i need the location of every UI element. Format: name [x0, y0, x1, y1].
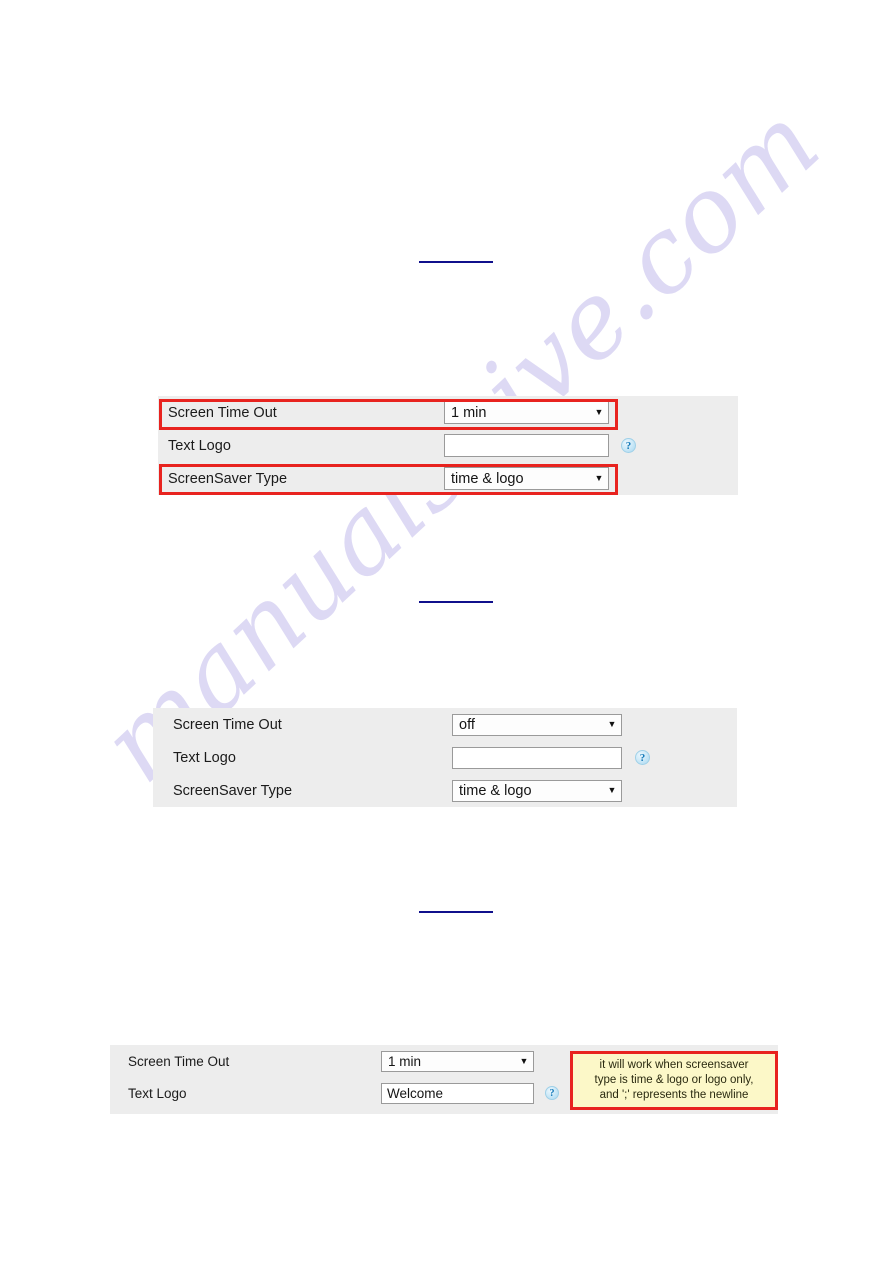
screensaver-type-select[interactable]: time & logo ▼	[452, 779, 622, 802]
tooltip-line-3: and ';' represents the newline	[599, 1089, 749, 1102]
row-text-logo: Text Logo ?	[158, 429, 738, 462]
chevron-down-icon: ▼	[607, 785, 617, 795]
control-text-logo: ?	[452, 746, 650, 769]
row-label-screen-time-out: Screen Time Out	[173, 716, 282, 733]
text-logo-input[interactable]	[444, 434, 609, 457]
control-text-logo: ?	[444, 434, 636, 457]
text-logo-input[interactable]	[452, 746, 622, 769]
tooltip-line-1: it will work when screensaver	[599, 1058, 749, 1071]
settings-panel-2: Screen Time Out off ▼ Text Logo ? Screen…	[153, 708, 737, 807]
control-text-logo: Welcome ?	[381, 1082, 559, 1104]
row-label-text-logo: Text Logo	[173, 749, 236, 766]
redacted-link-rule-3[interactable]	[419, 911, 493, 913]
control-screen-time-out: 1 min ▼	[381, 1050, 534, 1072]
row-screen-time-out: Screen Time Out off ▼	[153, 708, 737, 741]
control-screen-time-out: 1 min ▼	[444, 401, 609, 424]
screen-time-out-value: 1 min	[388, 1053, 422, 1069]
control-screensaver-type: time & logo ▼	[444, 467, 609, 490]
row-screen-time-out: Screen Time Out 1 min ▼	[158, 396, 738, 429]
screen-time-out-value: 1 min	[451, 404, 487, 421]
row-screensaver-type: ScreenSaver Type time & logo ▼	[153, 774, 737, 807]
control-screen-time-out: off ▼	[452, 713, 622, 736]
row-label-text-logo: Text Logo	[128, 1085, 187, 1101]
chevron-down-icon: ▼	[607, 719, 617, 729]
settings-panel-1: Screen Time Out 1 min ▼ Text Logo ? Scre…	[158, 396, 738, 495]
row-label-text-logo: Text Logo	[168, 437, 231, 454]
row-screensaver-type: ScreenSaver Type time & logo ▼	[158, 462, 738, 495]
text-logo-value: Welcome	[387, 1085, 444, 1101]
row-text-logo: Text Logo ?	[153, 741, 737, 774]
screen-time-out-select[interactable]: 1 min ▼	[381, 1050, 534, 1072]
row-label-screen-time-out: Screen Time Out	[128, 1053, 230, 1069]
tooltip-callout: it will work when screensaver type is ti…	[570, 1051, 778, 1110]
chevron-down-icon: ▼	[594, 473, 604, 483]
help-icon[interactable]: ?	[635, 750, 650, 765]
screen-time-out-value: off	[459, 716, 475, 733]
redacted-link-rule-1[interactable]	[419, 261, 493, 263]
chevron-down-icon: ▼	[519, 1055, 529, 1066]
text-logo-input[interactable]: Welcome	[381, 1082, 534, 1104]
tooltip-line-2: type is time & logo or logo only,	[594, 1073, 754, 1086]
screen-time-out-select[interactable]: 1 min ▼	[444, 401, 609, 424]
help-icon[interactable]: ?	[621, 438, 636, 453]
chevron-down-icon: ▼	[594, 407, 604, 417]
screensaver-type-value: time & logo	[459, 782, 532, 799]
row-label-screensaver-type: ScreenSaver Type	[173, 782, 293, 799]
help-icon[interactable]: ?	[545, 1086, 559, 1100]
row-label-screensaver-type: ScreenSaver Type	[168, 470, 288, 487]
control-screensaver-type: time & logo ▼	[452, 779, 622, 802]
screensaver-type-select[interactable]: time & logo ▼	[444, 467, 609, 490]
redacted-link-rule-2[interactable]	[419, 601, 493, 603]
row-label-screen-time-out: Screen Time Out	[168, 404, 277, 421]
screensaver-type-value: time & logo	[451, 470, 524, 487]
screen-time-out-select[interactable]: off ▼	[452, 713, 622, 736]
